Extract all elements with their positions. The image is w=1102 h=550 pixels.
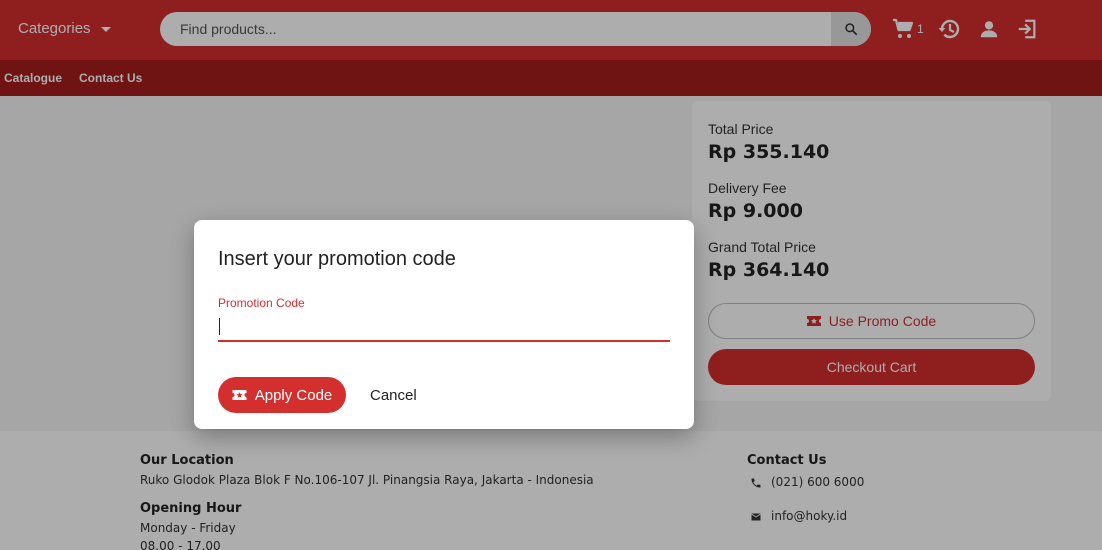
dialog-title: Insert your promotion code: [218, 248, 456, 270]
promo-code-input[interactable]: [218, 314, 670, 342]
promo-code-field-label: Promotion Code: [218, 296, 305, 310]
apply-code-label: Apply Code: [254, 386, 333, 404]
apply-code-button[interactable]: Apply Code: [218, 377, 346, 413]
promo-code-dialog: Insert your promotion code Promotion Cod…: [194, 220, 694, 429]
ticket-icon: [232, 390, 247, 400]
text-cursor: [219, 318, 220, 335]
cancel-button[interactable]: Cancel: [360, 377, 427, 413]
cancel-label: Cancel: [370, 386, 417, 404]
